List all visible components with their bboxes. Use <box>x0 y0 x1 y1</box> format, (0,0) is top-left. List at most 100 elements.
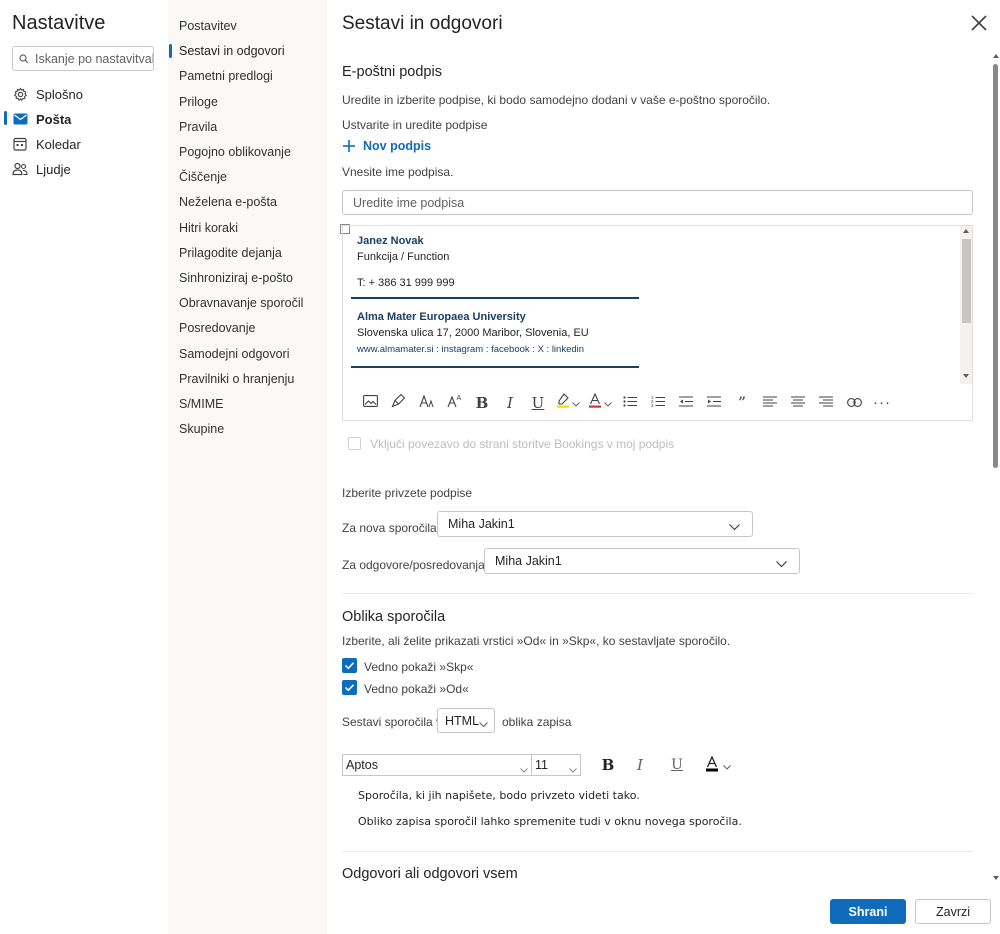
bold-icon: B <box>475 393 489 412</box>
subnav-smime[interactable]: S/MIME <box>179 395 223 413</box>
category-label: Splošno <box>36 86 83 102</box>
compose-format-select[interactable]: HTML <box>437 708 495 733</box>
italic-icon: I <box>637 756 643 774</box>
align-right-button[interactable] <box>812 389 840 417</box>
subnav-automatic-replies[interactable]: Samodejni odgovori <box>179 345 290 363</box>
sig-name: Janez Novak <box>357 235 424 247</box>
font-color-icon <box>588 392 602 412</box>
font-color-button[interactable] <box>584 389 616 417</box>
replies-value: Miha Jakin1 <box>495 554 562 568</box>
signature-editor[interactable]: Janez Novak Funkcija / Function T: + 386… <box>342 225 973 421</box>
bold-button[interactable]: B <box>468 389 496 417</box>
quote-icon: ” <box>737 393 747 412</box>
subnav-attachments[interactable]: Priloge <box>179 93 218 111</box>
subnav-smart-suggestions[interactable]: Pametni predlogi <box>179 67 273 85</box>
chevron-down-icon <box>729 520 740 534</box>
chevron-down-icon <box>572 394 580 411</box>
message-format-description: Izberite, ali želite prikazati vrstici »… <box>342 634 731 648</box>
subnav-junk-email[interactable]: Neželena e-pošta <box>179 193 277 211</box>
settings-search-box[interactable]: Iskanje po nastavitval <box>12 46 154 71</box>
font-button[interactable] <box>412 389 440 417</box>
font-color-icon <box>705 754 719 775</box>
subnav-retention-policies[interactable]: Pravilniki o hranjenju <box>179 370 294 388</box>
show-from-label: Vedno pokaži »Od« <box>364 682 469 696</box>
category-general[interactable]: Splošno <box>12 83 83 105</box>
new-messages-signature-select[interactable]: Miha Jakin1 <box>437 511 753 537</box>
signature-name-input[interactable]: Uredite ime podpisa <box>342 190 973 215</box>
italic-button[interactable]: I <box>496 389 524 417</box>
indent-icon <box>707 394 721 411</box>
section-divider <box>342 593 973 594</box>
subnav-sync-email[interactable]: Sinhroniziraj e-pošto <box>179 269 293 287</box>
scroll-up-arrow[interactable] <box>993 54 999 58</box>
discard-button[interactable]: Zavrzi <box>915 899 991 924</box>
font-size-value: 11 <box>535 758 548 772</box>
subnav-message-handling[interactable]: Obravnavanje sporočil <box>179 294 303 312</box>
show-from-checkbox[interactable] <box>342 680 357 695</box>
sig-links[interactable]: www.almamater.si : instagram : facebook … <box>357 344 584 355</box>
quote-button[interactable]: ” <box>728 389 756 417</box>
replies-signature-select[interactable]: Miha Jakin1 <box>484 548 800 574</box>
signature-scrollbar-thumb[interactable] <box>962 239 971 323</box>
subnav-sweep[interactable]: Čiščenje <box>179 168 227 186</box>
scroll-down-arrow[interactable] <box>993 876 999 880</box>
bookings-checkbox[interactable] <box>348 437 361 450</box>
new-signature-button[interactable]: Nov podpis <box>342 139 431 153</box>
underline-icon: U <box>671 757 683 773</box>
font-size-select[interactable]: 11 <box>531 754 581 776</box>
sig-phone: T: + 386 31 999 999 <box>357 277 455 289</box>
mail-icon <box>12 111 28 127</box>
format-painter-button[interactable] <box>384 389 412 417</box>
increase-indent-button[interactable] <box>700 389 728 417</box>
sig-scroll-down-arrow[interactable] <box>963 374 969 378</box>
signature-content[interactable]: Janez Novak Funkcija / Function T: + 386… <box>343 226 959 384</box>
default-italic-button[interactable]: I <box>627 754 653 776</box>
sig-function: Funkcija / Function <box>357 251 450 263</box>
default-font-color-button[interactable] <box>705 754 737 776</box>
align-left-button[interactable] <box>756 389 784 417</box>
subnav-layout[interactable]: Postavitev <box>179 17 237 35</box>
panel-scrollbar[interactable] <box>993 64 998 468</box>
bold-icon: B <box>601 756 615 774</box>
category-calendar[interactable]: Koledar <box>12 133 81 155</box>
more-options-button[interactable]: ··· <box>868 389 896 417</box>
decrease-indent-button[interactable] <box>672 389 700 417</box>
sig-scroll-up-arrow[interactable] <box>963 229 969 233</box>
subnav-rules[interactable]: Pravila <box>179 118 217 136</box>
insert-link-button[interactable] <box>840 389 868 417</box>
save-button[interactable]: Shrani <box>830 899 906 924</box>
align-left-icon <box>763 394 777 411</box>
align-center-button[interactable] <box>784 389 812 417</box>
search-icon <box>19 51 29 67</box>
align-right-icon <box>819 394 833 411</box>
subnav-compose-reply[interactable]: Sestavi in odgovori <box>179 42 285 60</box>
subnav-quick-steps[interactable]: Hitri koraki <box>179 219 238 237</box>
new-signature-label: Nov podpis <box>363 139 432 153</box>
underline-icon: U <box>531 393 545 412</box>
bullets-button[interactable] <box>616 389 644 417</box>
category-people[interactable]: Ljudje <box>12 158 71 180</box>
bullet-list-icon <box>623 394 637 411</box>
paintbrush-icon <box>390 393 406 412</box>
subnav-customize-actions[interactable]: Prilagodite dejanja <box>179 244 282 262</box>
gear-icon <box>12 86 28 102</box>
subnav-forwarding[interactable]: Posredovanje <box>179 319 255 337</box>
align-center-icon <box>791 394 805 411</box>
default-bold-button[interactable]: B <box>595 754 621 776</box>
numbering-button[interactable]: 123 <box>644 389 672 417</box>
checkmark-icon <box>342 680 357 698</box>
underline-button[interactable]: U <box>524 389 552 417</box>
close-button[interactable] <box>968 12 990 34</box>
plus-icon <box>342 139 356 153</box>
subnav-groups[interactable]: Skupine <box>179 420 224 438</box>
show-bcc-checkbox[interactable] <box>342 658 357 673</box>
default-underline-button[interactable]: U <box>664 754 690 776</box>
category-mail[interactable]: Pošta <box>12 108 71 130</box>
highlight-button[interactable] <box>552 389 584 417</box>
category-label: Pošta <box>36 111 72 127</box>
font-family-select[interactable]: Aptos <box>342 754 532 776</box>
bookings-label: Vključi povezavo do strani storitve Book… <box>370 437 675 451</box>
font-size-button[interactable]: A <box>440 389 468 417</box>
insert-image-button[interactable] <box>356 389 384 417</box>
subnav-conditional-formatting[interactable]: Pogojno oblikovanje <box>179 143 291 161</box>
